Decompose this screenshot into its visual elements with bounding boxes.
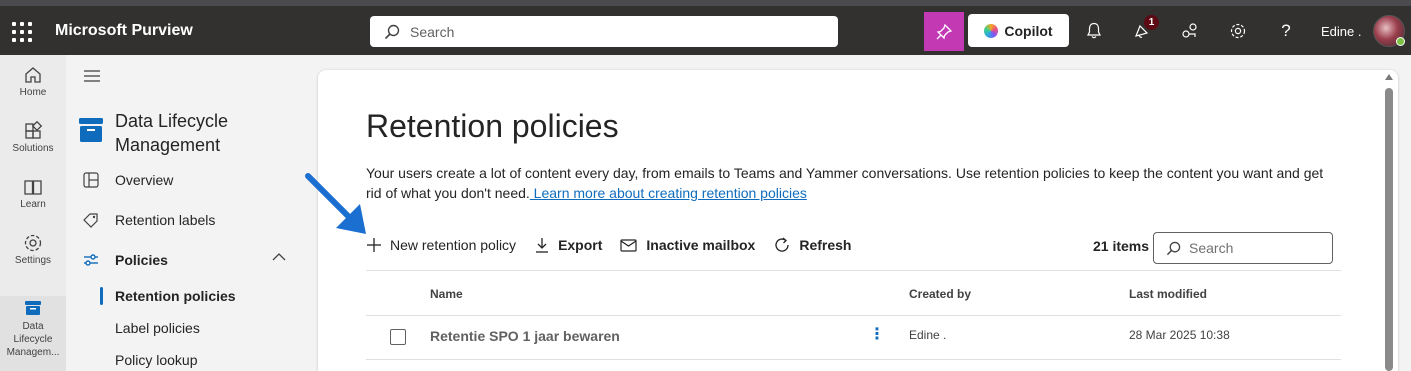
list-search-input[interactable] — [1189, 240, 1329, 256]
download-icon — [536, 238, 549, 253]
rail-item-learn[interactable]: Learn — [0, 177, 66, 210]
mail-icon — [620, 239, 638, 252]
rail-label: Data Lifecycle Managem... — [6, 321, 60, 358]
help-icon[interactable]: ? — [1275, 20, 1297, 42]
book-icon — [24, 180, 42, 195]
main-content-card: Retention policies Your users create a l… — [318, 70, 1398, 371]
annotation-arrow-icon — [305, 173, 366, 234]
nav-item-retention-labels[interactable]: Retention labels — [66, 202, 302, 238]
rail-label: Solutions — [12, 143, 54, 154]
table-header-divider — [366, 315, 1341, 316]
top-bar: Microsoft Purview Copilot 1 ? Edine . — [0, 6, 1411, 55]
nav-sub-retention-policies[interactable]: Retention policies — [115, 288, 236, 304]
table-top-divider — [366, 270, 1341, 271]
hamburger-menu-icon[interactable] — [84, 69, 102, 83]
copilot-button[interactable]: Copilot — [968, 14, 1069, 47]
nav-sub-policy-lookup[interactable]: Policy lookup — [115, 352, 198, 368]
copilot-label: Copilot — [1004, 22, 1053, 39]
rail-item-data-lifecycle[interactable]: Data Lifecycle Managem... — [0, 296, 66, 371]
tag-icon — [82, 213, 98, 228]
nav-sub-label-policies[interactable]: Label policies — [115, 320, 200, 336]
button-label: Refresh — [799, 237, 852, 253]
description-text: Your users create a lot of content every… — [366, 165, 1324, 201]
page-description: Your users create a lot of content every… — [366, 163, 1326, 203]
nav-item-label: Retention labels — [115, 212, 216, 228]
user-name[interactable]: Edine . — [1321, 24, 1361, 39]
active-nav-indicator — [100, 287, 103, 305]
rail-label: Home — [19, 87, 47, 98]
presence-status-icon — [1396, 37, 1405, 46]
archive-icon — [79, 118, 103, 142]
overview-icon — [82, 172, 99, 188]
page-title: Retention policies — [366, 108, 619, 144]
button-label: Export — [558, 237, 603, 253]
policies-icon — [83, 254, 98, 266]
rail-item-settings[interactable]: Settings — [0, 233, 66, 266]
gear-icon[interactable] — [1227, 20, 1249, 42]
chevron-up-icon[interactable] — [272, 252, 286, 262]
notification-badge: 1 — [1144, 15, 1159, 30]
solutions-icon — [25, 121, 43, 139]
rail-label: Learn — [20, 199, 46, 210]
rail-label: Settings — [14, 255, 52, 266]
search-icon — [1166, 241, 1181, 255]
column-header-name[interactable]: Name — [430, 287, 463, 301]
rail-item-solutions[interactable]: Solutions — [0, 121, 66, 154]
refresh-icon — [775, 237, 789, 252]
new-retention-policy-button[interactable]: New retention policy — [366, 237, 516, 253]
row-last-modified: 28 Mar 2025 10:38 — [1129, 328, 1230, 342]
app-name[interactable]: Microsoft Purview — [55, 22, 193, 40]
column-header-created-by[interactable]: Created by — [909, 287, 971, 301]
gear-icon — [24, 234, 42, 252]
column-header-last-modified[interactable]: Last modified — [1129, 287, 1207, 301]
table-row-divider — [366, 359, 1341, 360]
rail-item-home[interactable]: Home — [0, 65, 66, 98]
nav-item-overview[interactable]: Overview — [66, 162, 302, 198]
global-search-input[interactable] — [410, 23, 810, 40]
scroll-up-icon[interactable] — [1385, 74, 1393, 80]
list-search-box[interactable] — [1153, 232, 1333, 264]
items-count: 21 items — [1093, 238, 1150, 254]
row-checkbox[interactable] — [390, 329, 406, 345]
connections-icon[interactable] — [1179, 20, 1201, 42]
button-label: Inactive mailbox — [646, 237, 756, 253]
learn-more-link[interactable]: Learn more about creating retention poli… — [530, 185, 807, 201]
bell-icon[interactable] — [1083, 20, 1105, 42]
row-name[interactable]: Retentie SPO 1 jaar bewaren — [430, 328, 620, 344]
inactive-mailbox-button[interactable]: Inactive mailbox — [620, 237, 755, 253]
nav-item-label: Policies — [115, 252, 168, 268]
more-options-icon[interactable]: ⋮ — [869, 326, 885, 344]
pin-button[interactable] — [924, 12, 964, 51]
button-label: New retention policy — [390, 237, 517, 253]
nav-item-policies[interactable]: Policies — [66, 242, 302, 278]
export-button[interactable]: Export — [534, 237, 602, 253]
row-created-by: Edine . — [909, 328, 947, 342]
copilot-icon — [984, 23, 999, 38]
secondary-nav: Data Lifecycle Management Overview Reten… — [66, 55, 302, 371]
archive-icon — [25, 301, 41, 315]
scrollbar-thumb[interactable] — [1385, 88, 1393, 371]
app-rail: Home Solutions Learn Settings Data Lifec… — [0, 55, 66, 371]
command-bar: New retention policy Export Inactive mai… — [366, 235, 869, 255]
pin-icon — [936, 23, 953, 39]
app-launcher-icon[interactable] — [12, 22, 32, 42]
global-search-box[interactable] — [370, 16, 838, 47]
search-icon — [384, 24, 400, 39]
nav-title: Data Lifecycle Management — [115, 111, 229, 155]
refresh-button[interactable]: Refresh — [773, 236, 851, 254]
home-icon — [25, 67, 41, 83]
nav-item-label: Overview — [115, 172, 174, 188]
